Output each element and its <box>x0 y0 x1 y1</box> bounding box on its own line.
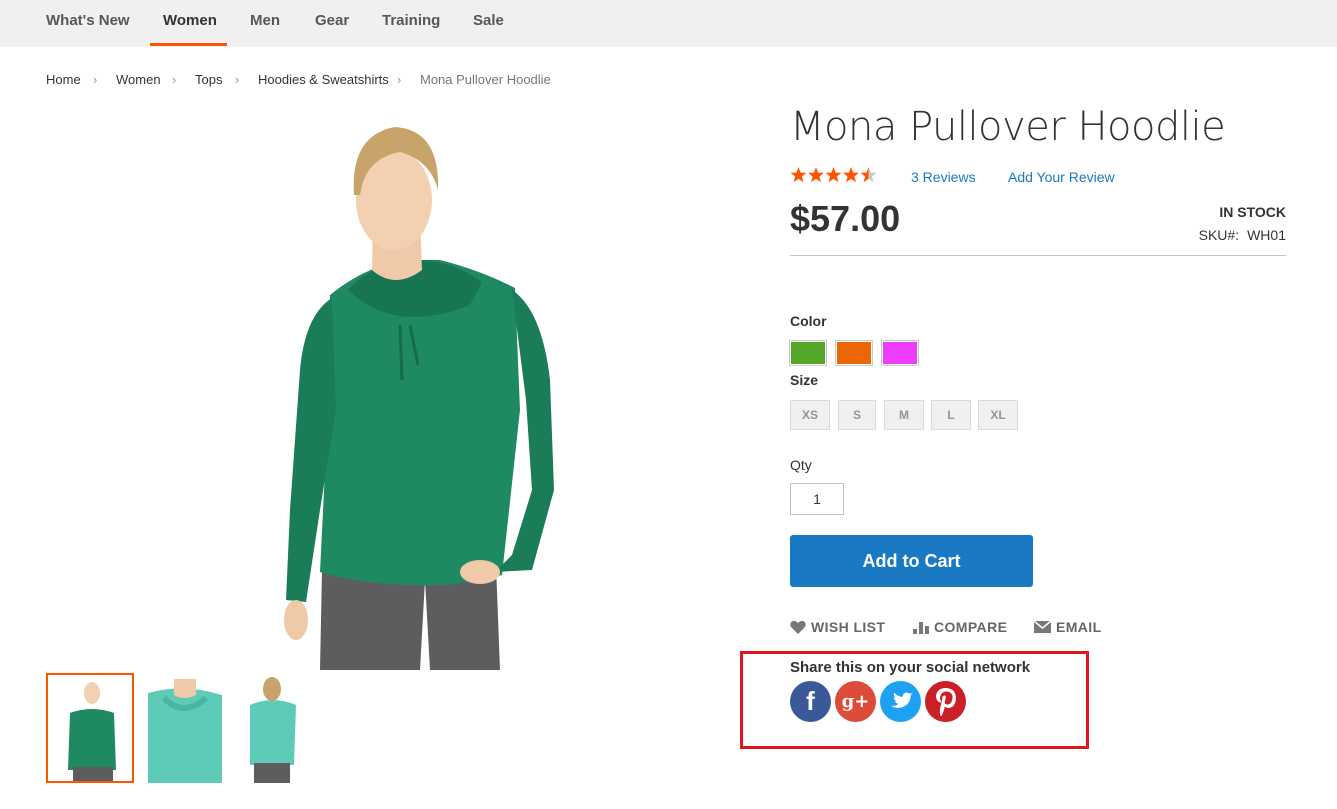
size-option-m[interactable]: M <box>884 400 924 430</box>
divider <box>790 255 1286 256</box>
email-label: EMAIL <box>1056 619 1102 635</box>
product-price: $57.00 <box>790 198 901 239</box>
thumbnail-3[interactable] <box>236 673 324 783</box>
compare-link[interactable]: COMPARE <box>913 619 1007 635</box>
add-review-link[interactable]: Add Your Review <box>1008 169 1115 185</box>
breadcrumb-home[interactable]: Home <box>46 72 81 87</box>
product-main-image[interactable] <box>250 110 590 670</box>
breadcrumb-separator: › <box>93 72 98 87</box>
wish-list-label: WISH LIST <box>811 619 886 635</box>
envelope-icon <box>1034 621 1051 633</box>
breadcrumb-hoodies[interactable]: Hoodies & Sweatshirts <box>258 72 389 87</box>
stock-status: IN STOCK <box>1219 204 1286 220</box>
thumbnail-1[interactable] <box>46 673 134 783</box>
heart-icon <box>790 620 806 634</box>
breadcrumb-current: Mona Pullover Hoodlie <box>420 72 551 87</box>
reviews-link[interactable]: 3 Reviews <box>911 169 976 185</box>
compare-icon <box>913 622 929 634</box>
color-label: Color <box>790 313 827 329</box>
size-option-l[interactable]: L <box>931 400 971 430</box>
top-navigation: What's New Women Men Gear Training Sale <box>0 0 1337 47</box>
size-option-xl[interactable]: XL <box>978 400 1018 430</box>
color-swatch-purple[interactable] <box>881 340 919 366</box>
pinterest-icon[interactable] <box>925 681 966 722</box>
wish-list-link[interactable]: WISH LIST <box>790 619 885 635</box>
nav-item-sale[interactable]: Sale <box>473 0 504 47</box>
sku-line: SKU#: WH01 <box>1199 227 1286 243</box>
color-swatch-green[interactable] <box>789 340 827 366</box>
breadcrumb-tops[interactable]: Tops <box>195 72 222 87</box>
nav-item-whats-new[interactable]: What's New <box>46 0 130 47</box>
nav-active-indicator <box>150 43 227 46</box>
facebook-icon[interactable]: f <box>790 681 831 722</box>
email-link[interactable]: EMAIL <box>1034 619 1102 635</box>
breadcrumb-separator: › <box>172 72 177 87</box>
thumbnail-2[interactable] <box>144 673 232 783</box>
twitter-icon[interactable] <box>880 681 921 722</box>
compare-label: COMPARE <box>934 619 1008 635</box>
add-to-cart-button[interactable]: Add to Cart <box>790 535 1033 587</box>
color-swatch-orange[interactable] <box>835 340 873 366</box>
nav-item-men[interactable]: Men <box>250 0 280 47</box>
sku-value: WH01 <box>1247 227 1286 243</box>
rating-stars <box>790 166 880 186</box>
product-title: Mona Pullover Hoodlie <box>790 104 1226 150</box>
sku-label: SKU#: <box>1198 227 1240 243</box>
nav-item-gear[interactable]: Gear <box>315 0 349 47</box>
breadcrumb-separator: › <box>397 72 402 87</box>
size-label: Size <box>790 372 819 388</box>
breadcrumb-women[interactable]: Women <box>116 72 161 87</box>
nav-item-women[interactable]: Women <box>163 0 217 47</box>
breadcrumb-separator: › <box>235 72 240 87</box>
qty-input[interactable] <box>790 483 844 515</box>
share-title: Share this on your social network <box>790 659 1031 676</box>
size-option-s[interactable]: S <box>838 400 876 430</box>
nav-item-training[interactable]: Training <box>382 0 440 47</box>
google-plus-icon[interactable]: g+ <box>835 681 876 722</box>
qty-label: Qty <box>790 457 812 473</box>
size-option-xs[interactable]: XS <box>790 400 830 430</box>
